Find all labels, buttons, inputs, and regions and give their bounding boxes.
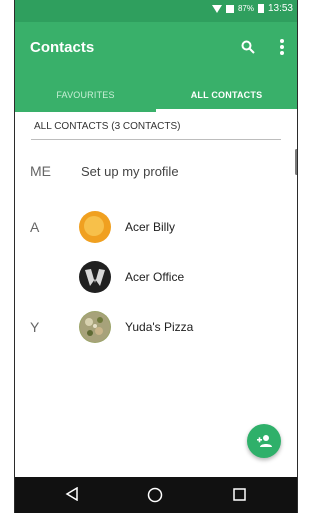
right-margin — [298, 0, 303, 513]
contact-row-acer-office[interactable]: Acer Office — [15, 255, 297, 299]
recent-apps-icon[interactable] — [233, 488, 246, 501]
contact-name: Yuda's Pizza — [125, 320, 194, 334]
battery-percent: 87% — [237, 4, 254, 13]
status-bar: 87% 13:53 — [15, 0, 297, 22]
back-icon[interactable] — [65, 487, 79, 501]
home-icon[interactable] — [147, 487, 163, 503]
overflow-menu-icon[interactable] — [279, 38, 285, 56]
list-header: ALL CONTACTS (3 CONTACTS) — [15, 112, 297, 140]
battery-icon — [257, 4, 264, 13]
tab-favourites[interactable]: FAVOURITES — [15, 78, 156, 112]
page-title: Contacts — [30, 39, 95, 56]
avatar — [79, 261, 111, 293]
contact-name: Acer Office — [125, 270, 185, 284]
contact-name: Acer Billy — [125, 220, 176, 234]
tab-bar: FAVOURITES ALL CONTACTS — [15, 78, 297, 112]
section-letter-me: ME — [30, 163, 51, 179]
pizza-photo-icon — [80, 312, 110, 342]
app-bar: Contacts FAVOURITES ALL CONTACTS — [15, 22, 297, 112]
status-indicators: 87% 13:53 — [211, 3, 293, 14]
search-icon[interactable] — [241, 40, 255, 54]
list-header-divider — [31, 139, 281, 140]
tab-all-contacts[interactable]: ALL CONTACTS — [156, 78, 297, 112]
contact-row-acer-billy[interactable]: A Acer Billy — [15, 205, 297, 249]
navigation-bar — [15, 477, 297, 513]
signal-icon — [225, 4, 234, 13]
status-time: 13:53 — [267, 3, 293, 14]
section-letter-y: Y — [30, 319, 40, 335]
wifi-icon — [211, 4, 222, 13]
add-contact-button[interactable] — [247, 424, 281, 458]
left-margin — [0, 0, 14, 513]
add-contact-icon — [257, 435, 272, 447]
section-letter-a: A — [30, 219, 40, 235]
phone-screen: 87% 13:53 Contacts FAVOURITES ALL CONTAC… — [15, 0, 297, 513]
profile-row[interactable]: ME Set up my profile — [15, 149, 297, 193]
profile-label: Set up my profile — [81, 163, 179, 179]
avatar — [79, 211, 111, 243]
list-header-label: ALL CONTACTS (3 CONTACTS) — [34, 121, 181, 132]
contact-row-yudas-pizza[interactable]: Y Yuda's Pizza — [15, 305, 297, 349]
avatar — [79, 311, 111, 343]
acer-logo-icon — [85, 269, 105, 286]
